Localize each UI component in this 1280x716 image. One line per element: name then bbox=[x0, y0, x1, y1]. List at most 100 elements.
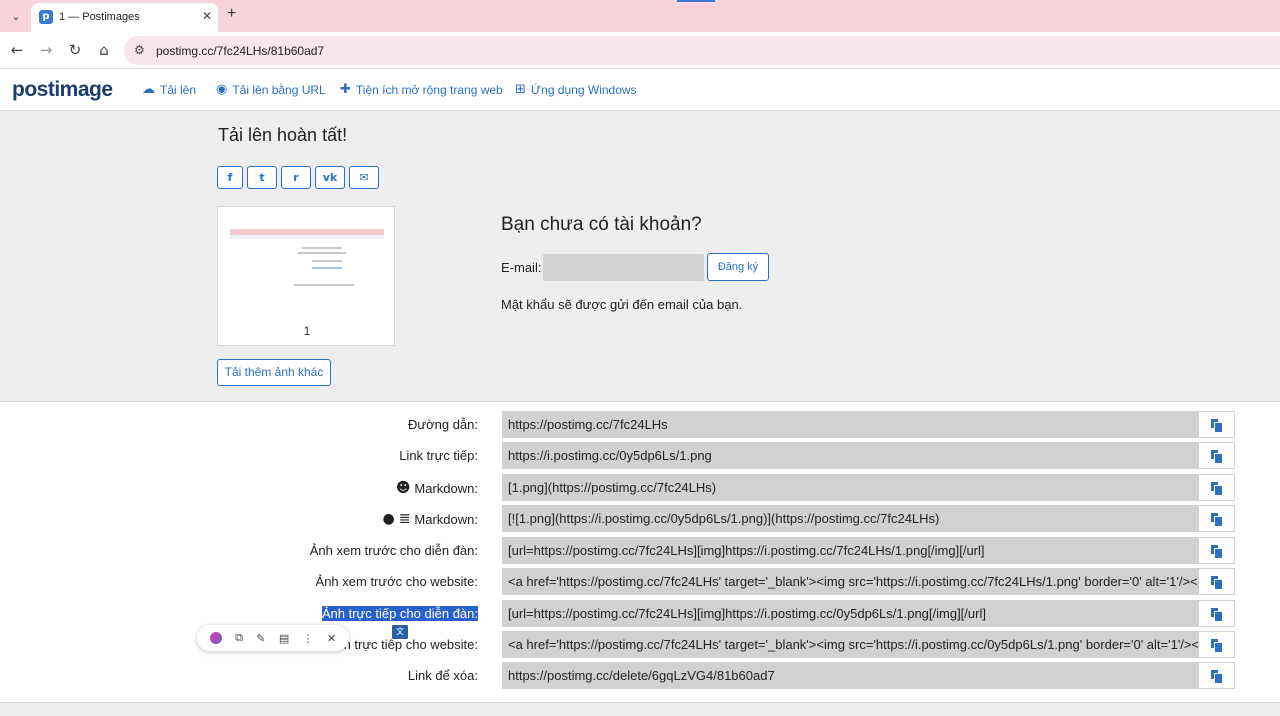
link-value-field[interactable]: <a href='https://postimg.cc/7fc24LHs' ta… bbox=[502, 568, 1198, 595]
site-info-icon[interactable]: ⚙ bbox=[134, 43, 145, 57]
address-bar[interactable]: ⚙ postimg.cc/7fc24LHs/81b60ad7 bbox=[124, 36, 1280, 65]
nav-upload-url[interactable]: ◉ Tải lên bằng URL bbox=[216, 82, 326, 97]
ai-assistant-icon[interactable] bbox=[209, 632, 222, 644]
windows-icon: ⊞ bbox=[515, 82, 526, 97]
tab-close-icon[interactable]: ✕ bbox=[202, 9, 212, 23]
globe-icon: ◉ bbox=[216, 82, 228, 97]
link-value-field[interactable]: https://i.postimg.cc/0y5dp6Ls/1.png bbox=[502, 442, 1198, 469]
row-label: h trực tiếp cho website: bbox=[343, 637, 478, 652]
link-row-markdown-github: ● ≣ Markdown: [![1.png](https://i.postimg.… bbox=[0, 505, 1280, 533]
copy-button[interactable] bbox=[1198, 442, 1235, 469]
copy-button[interactable] bbox=[1198, 600, 1235, 627]
row-label: ☻ Markdown: bbox=[395, 480, 478, 496]
link-row-forum-hotlink: Ảnh trực tiếp cho diễn đàn: [url=https:/… bbox=[0, 600, 1280, 628]
email-label: E-mail: bbox=[501, 260, 542, 275]
link-row-website-thumbnail: Ảnh xem trước cho website: <a href='http… bbox=[0, 568, 1280, 596]
nav-windows-app-label: Ứng dụng Windows bbox=[530, 82, 637, 97]
puzzle-icon: ✚ bbox=[340, 82, 351, 97]
row-label-selected: Ảnh trực tiếp cho diễn đàn: bbox=[321, 606, 478, 621]
copy-button[interactable] bbox=[1198, 537, 1235, 564]
image-thumbnail-card[interactable]: 1 bbox=[217, 206, 395, 346]
email-field[interactable] bbox=[543, 254, 704, 281]
copy-icon bbox=[1211, 544, 1223, 559]
copy-icon bbox=[1211, 449, 1223, 464]
nav-windows-app[interactable]: ⊞ Ứng dụng Windows bbox=[515, 82, 637, 97]
copy-button[interactable] bbox=[1198, 631, 1235, 658]
row-label: Link để xóa: bbox=[407, 668, 478, 683]
link-value-field[interactable]: [url=https://postimg.cc/7fc24LHs][img]ht… bbox=[502, 600, 1198, 627]
copy-button[interactable] bbox=[1198, 505, 1235, 532]
reload-icon[interactable]: ↻ bbox=[66, 41, 84, 59]
upload-more-button[interactable]: Tải thêm ảnh khác bbox=[217, 359, 331, 386]
copy-button[interactable] bbox=[1198, 474, 1235, 501]
facebook-share-icon[interactable]: f bbox=[217, 166, 243, 189]
stackoverflow-icon: ≣ bbox=[398, 511, 411, 527]
link-row-page-url: Đường dẫn: https://postimg.cc/7fc24LHs bbox=[0, 411, 1280, 439]
nav-upload-url-label: Tải lên bằng URL bbox=[232, 82, 326, 97]
email-share-icon[interactable]: ✉ bbox=[349, 166, 379, 189]
row-label: Ảnh xem trước cho diễn đàn: bbox=[309, 543, 478, 558]
nav-browser-extension[interactable]: ✚ Tiện ích mở rộng trang web bbox=[340, 82, 503, 97]
share-buttons: f t r vk ✉ bbox=[217, 166, 379, 189]
postimages-favicon-icon: p bbox=[39, 10, 53, 24]
upload-complete-panel: Tải lên hoàn tất! f t r vk ✉ 1 Tải thêm … bbox=[0, 111, 1280, 402]
link-value-field[interactable]: https://postimg.cc/7fc24LHs bbox=[502, 411, 1198, 438]
translate-icon[interactable]: 文 bbox=[391, 624, 409, 640]
reddit-share-icon[interactable]: r bbox=[281, 166, 311, 189]
save-note-icon[interactable]: ▤ bbox=[279, 632, 289, 645]
copy-icon bbox=[1211, 575, 1223, 590]
link-row-delete-link: Link để xóa: https://postimg.cc/delete/6… bbox=[0, 662, 1280, 690]
forward-arrow-icon[interactable]: → bbox=[37, 41, 55, 59]
copy-button[interactable] bbox=[1198, 568, 1235, 595]
password-note: Mật khẩu sẽ được gửi đến email của bạn. bbox=[501, 297, 743, 312]
copy-icon bbox=[1211, 418, 1223, 433]
site-header: postimage ☁ Tải lên ◉ Tải lên bằng URL ✚… bbox=[0, 70, 1280, 111]
nav-browser-extension-label: Tiện ích mở rộng trang web bbox=[355, 82, 503, 97]
link-value-field[interactable]: [![1.png](https://i.postimg.cc/0y5dp6Ls/… bbox=[502, 505, 1198, 532]
copy-button[interactable] bbox=[1198, 411, 1235, 438]
twitter-share-icon[interactable]: t bbox=[247, 166, 277, 189]
footer-divider bbox=[0, 702, 1280, 716]
link-row-forum-thumbnail: Ảnh xem trước cho diễn đàn: [url=https:/… bbox=[0, 537, 1280, 565]
close-icon[interactable]: ✕ bbox=[327, 632, 336, 645]
copy-icon bbox=[1211, 638, 1223, 653]
nav-upload-label: Tải lên bbox=[160, 82, 197, 97]
tab-accent-indicator bbox=[677, 0, 715, 2]
selection-toolbar: ⧉ ✎ ▤ ⋮ ✕ bbox=[197, 625, 349, 651]
copy-selection-icon[interactable]: ⧉ bbox=[235, 631, 243, 645]
new-tab-icon[interactable]: + bbox=[227, 5, 236, 23]
row-label: Đường dẫn: bbox=[408, 417, 478, 432]
copy-icon bbox=[1211, 607, 1223, 622]
nav-upload[interactable]: ☁ Tải lên bbox=[142, 82, 196, 97]
link-value-field[interactable]: [1.png](https://postimg.cc/7fc24LHs) bbox=[502, 474, 1198, 501]
reddit-icon: ☻ bbox=[395, 480, 411, 496]
browser-tab[interactable]: p 1 — Postimages ✕ bbox=[31, 3, 218, 32]
browser-tab-bar: ⌄ p 1 — Postimages ✕ + bbox=[0, 0, 1280, 32]
tab-search-chevron-icon[interactable]: ⌄ bbox=[6, 6, 26, 26]
highlight-icon[interactable]: ✎ bbox=[256, 632, 265, 645]
back-arrow-icon[interactable]: ← bbox=[8, 41, 26, 59]
link-value-field[interactable]: <a href='https://postimg.cc/7fc24LHs' ta… bbox=[502, 631, 1198, 658]
browser-toolbar: ← → ↻ ⌂ ⚙ postimg.cc/7fc24LHs/81b60ad7 bbox=[0, 32, 1280, 69]
more-options-icon[interactable]: ⋮ bbox=[303, 632, 314, 645]
link-row-markdown-reddit: ☻ Markdown: [1.png](https://postimg.cc/7f… bbox=[0, 474, 1280, 502]
site-logo[interactable]: postimage bbox=[12, 78, 113, 102]
cloud-upload-icon: ☁ bbox=[142, 82, 155, 97]
copy-icon bbox=[1211, 669, 1223, 684]
copy-icon bbox=[1211, 481, 1223, 496]
copy-button[interactable] bbox=[1198, 662, 1235, 689]
url-text: postimg.cc/7fc24LHs/81b60ad7 bbox=[156, 44, 325, 58]
home-icon[interactable]: ⌂ bbox=[95, 41, 113, 59]
link-value-field[interactable]: https://postimg.cc/delete/6gqLzVG4/81b60… bbox=[502, 662, 1198, 689]
link-value-field[interactable]: [url=https://postimg.cc/7fc24LHs][img]ht… bbox=[502, 537, 1198, 564]
account-title: Bạn chưa có tài khoản? bbox=[501, 214, 702, 235]
row-label: Ảnh xem trước cho website: bbox=[315, 574, 478, 589]
tab-title: 1 — Postimages bbox=[59, 11, 140, 23]
copy-icon bbox=[1211, 512, 1223, 527]
page-title: Tải lên hoàn tất! bbox=[218, 125, 348, 145]
link-row-website-hotlink: h trực tiếp cho website: <a href='https:… bbox=[0, 631, 1280, 659]
thumbnail-caption: 1 bbox=[303, 324, 311, 338]
vk-share-icon[interactable]: vk bbox=[315, 166, 345, 189]
uploaded-image-thumbnail[interactable] bbox=[230, 229, 384, 291]
signup-button[interactable]: Đăng ký bbox=[707, 253, 769, 281]
